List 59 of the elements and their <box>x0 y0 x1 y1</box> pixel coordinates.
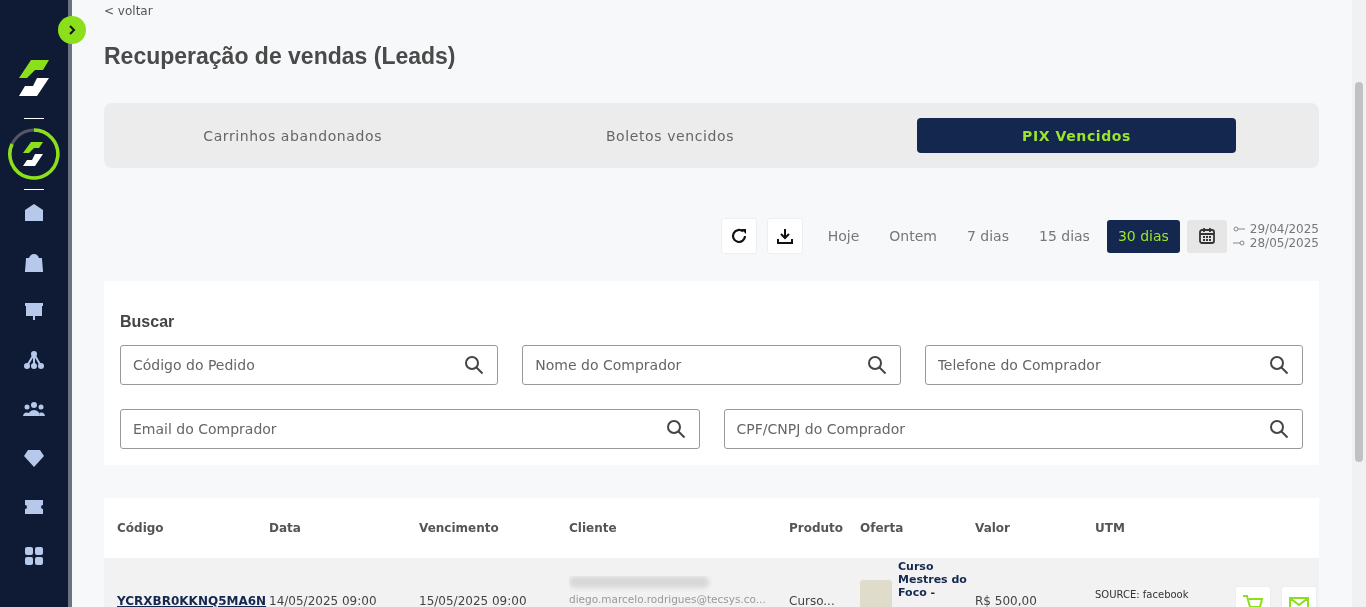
scrollbar[interactable] <box>1352 0 1366 607</box>
column-header: Oferta <box>860 521 905 535</box>
period-button[interactable]: 15 dias <box>1024 219 1105 253</box>
column-header: UTM <box>1095 521 1126 535</box>
search-icon <box>866 355 887 375</box>
start-date-icon <box>1232 226 1245 232</box>
back-link[interactable]: < voltar <box>104 4 153 18</box>
table-cell-text: 14/05/2025 09:00 <box>269 594 378 607</box>
progress-ring-icon <box>7 127 61 181</box>
presentation-icon[interactable] <box>23 300 45 322</box>
offer-name: Curso Mestres do Foco - <box>898 560 968 599</box>
client-email: diego.marcelo.rodrigues@tecsys.co... <box>569 592 767 606</box>
grid-icon[interactable] <box>23 545 45 567</box>
table-cell-text: 15/05/2025 09:00 <box>419 594 528 607</box>
search-field[interactable]: Código do Pedido <box>120 345 499 385</box>
calendar-button[interactable] <box>1186 219 1227 253</box>
column-header: Cliente <box>569 521 618 535</box>
chevron-right-icon <box>67 24 77 36</box>
tab[interactable]: Carrinhos abandonados <box>183 118 403 153</box>
end-date-icon <box>1232 240 1245 246</box>
network-icon[interactable] <box>23 349 45 371</box>
search-icon <box>464 355 485 375</box>
search-field[interactable]: Nome do Comprador <box>522 345 901 385</box>
search-field[interactable]: CPF/CNPJ do Comprador <box>723 409 1303 449</box>
refresh-button[interactable] <box>720 218 757 254</box>
column-header: Código <box>117 521 165 535</box>
period-button[interactable]: Hoje <box>812 219 875 253</box>
calendar-icon <box>1197 227 1216 245</box>
search-icon <box>665 419 686 439</box>
search-icon <box>1269 419 1289 439</box>
search-title: Buscar <box>120 313 176 331</box>
column-header: Valor <box>975 521 1011 535</box>
column-header: Data <box>269 521 302 535</box>
bag-icon[interactable] <box>23 251 45 273</box>
table-cell-text: Curso... <box>789 594 836 607</box>
search-icon <box>1269 355 1289 375</box>
refresh-icon <box>729 227 748 245</box>
end-date: 28/05/2025 <box>1249 236 1319 250</box>
download-icon <box>775 227 794 245</box>
tab[interactable]: PIX Vencidos <box>917 118 1236 153</box>
home-icon[interactable] <box>23 202 45 224</box>
utm-text: SOURCE: facebook <box>1095 588 1190 602</box>
diamond-icon[interactable] <box>23 447 45 469</box>
period-button[interactable]: 7 dias <box>951 219 1024 253</box>
search-field[interactable]: Telefone do Comprador <box>924 345 1303 385</box>
download-button[interactable] <box>766 218 803 254</box>
tab[interactable]: Boletos vencidos <box>585 118 755 153</box>
table-cell-text: R$ 500,00 <box>975 594 1038 607</box>
column-header: Produto <box>789 521 845 535</box>
period-button[interactable]: 30 dias <box>1106 219 1180 253</box>
start-date: 29/04/2025 <box>1249 222 1319 236</box>
search-field[interactable]: Email do Comprador <box>120 409 700 449</box>
logo-icon <box>17 58 51 98</box>
period-button[interactable]: Ontem <box>874 219 952 253</box>
expand-sidebar-button[interactable] <box>58 16 86 44</box>
order-code-link[interactable]: YCRXBR0KKNQ5MA6N <box>117 594 269 607</box>
product-thumbnail <box>860 580 892 607</box>
column-header: Vencimento <box>419 521 500 535</box>
page-title: Recuperação de vendas (Leads) <box>104 43 457 70</box>
